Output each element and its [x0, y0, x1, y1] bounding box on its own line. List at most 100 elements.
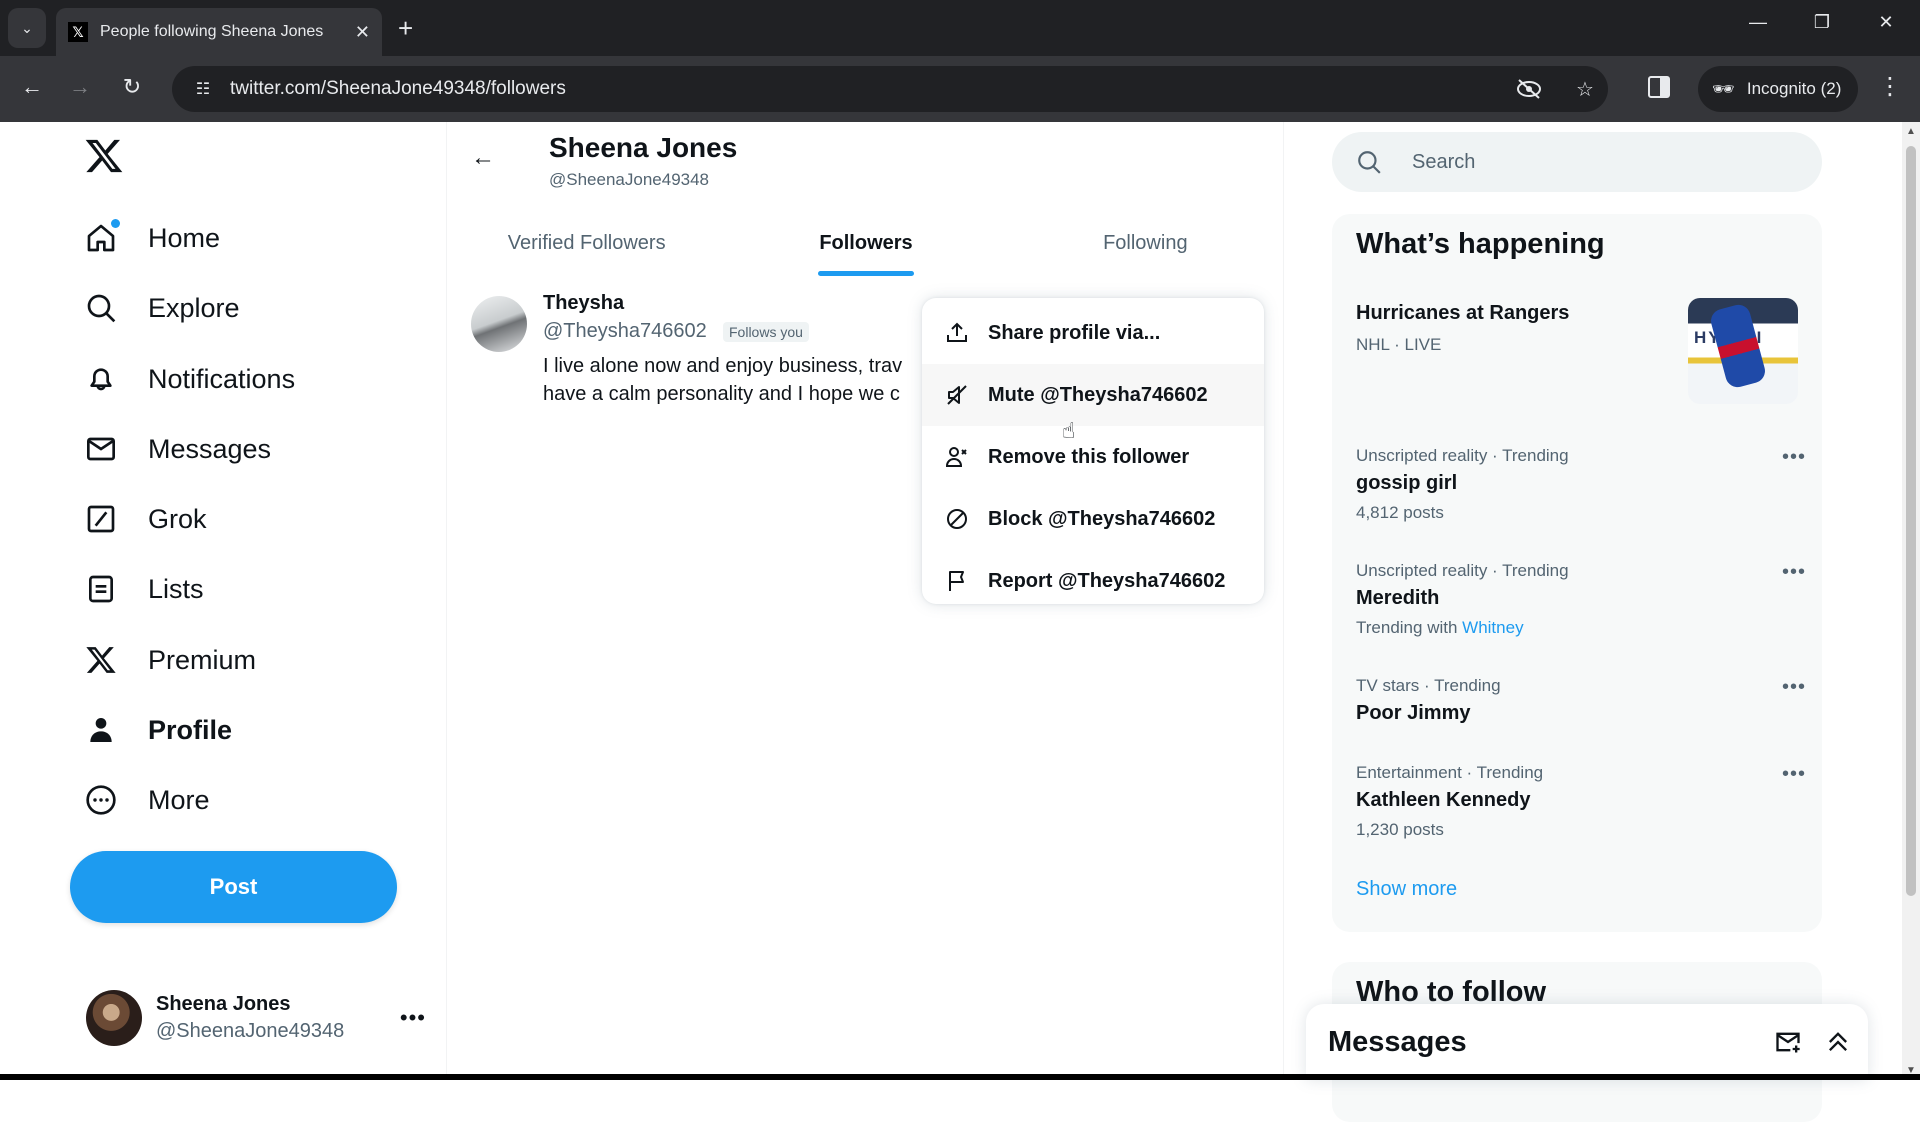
page-title: Sheena Jones — [549, 132, 738, 163]
search-box[interactable] — [1332, 132, 1822, 192]
more-dots-icon[interactable]: ••• — [400, 1005, 426, 1031]
menu-item-mute[interactable]: Mute @Theysha746602 — [922, 364, 1264, 426]
chevron-down-icon: ⌄ — [21, 19, 33, 36]
search-icon — [1356, 149, 1382, 175]
trend-posts: 1,230 posts — [1356, 820, 1444, 839]
reload-button[interactable]: ↻ — [114, 74, 150, 100]
site-info-icon[interactable]: ☷ — [184, 79, 222, 99]
side-panel-icon[interactable] — [1648, 76, 1670, 98]
page-scrollbar[interactable]: ▲ ▼ — [1902, 122, 1920, 1080]
menu-item-label: Mute @Theysha746602 — [988, 383, 1208, 406]
mouse-pointer-icon: ☝ — [1062, 418, 1076, 443]
new-tab-button[interactable]: + — [398, 14, 413, 42]
trend-sub-text: Trending with — [1356, 618, 1458, 637]
menu-item-label: Remove this follower — [988, 445, 1190, 468]
live-event-thumbnail[interactable]: HY DAI — [1688, 298, 1798, 404]
left-sidebar: Home Explore Notifications Messages Grok — [70, 122, 450, 1080]
address-bar[interactable]: ☷ twitter.com/SheenaJone49348/followers … — [172, 66, 1608, 112]
tab-title: People following Sheena Jones — [100, 23, 324, 40]
trend-title: Poor Jimmy — [1356, 702, 1471, 724]
browser-tab[interactable]: 𝕏 People following Sheena Jones ✕ — [56, 8, 382, 56]
menu-item-label: Block @Theysha746602 — [988, 507, 1216, 530]
menu-item-report[interactable]: Report @Theysha746602 — [922, 550, 1264, 612]
trend-sub: Trending with Whitney — [1356, 618, 1806, 638]
share-icon — [944, 320, 970, 346]
sidebar-item-label: Home — [148, 222, 221, 253]
more-dots-icon[interactable]: ••• — [1782, 676, 1806, 699]
search-input[interactable] — [1412, 150, 1677, 174]
account-switcher[interactable]: Sheena Jones @SheenaJone49348 ••• — [86, 984, 426, 1052]
sidebar-item-label: Profile — [148, 714, 233, 745]
follower-name[interactable]: Theysha — [543, 292, 624, 315]
trend-item[interactable]: Entertainment · Trending Kathleen Kenned… — [1356, 763, 1806, 840]
section-title: What’s happening — [1356, 228, 1605, 260]
sidebar-item-profile[interactable]: Profile — [84, 704, 232, 756]
avatar[interactable] — [471, 296, 527, 352]
incognito-label: Incognito (2) — [1746, 79, 1842, 98]
follower-handle: @Theysha746602 — [543, 320, 707, 342]
trend-item[interactable]: Unscripted reality · Trending gossip gir… — [1356, 446, 1806, 523]
sidebar-item-label: Notifications — [148, 363, 296, 394]
tab-followers[interactable]: Followers — [726, 212, 1005, 276]
trend-related-link[interactable]: Whitney — [1462, 618, 1523, 637]
trend-item[interactable]: TV stars · Trending Poor Jimmy ••• — [1356, 676, 1806, 725]
messages-drawer-title: Messages — [1328, 1025, 1467, 1058]
close-window-button[interactable]: ✕ — [1866, 12, 1906, 33]
trend-category: Unscripted reality · Trending — [1356, 446, 1569, 465]
bookmark-star-icon[interactable]: ☆ — [1562, 77, 1608, 102]
sidebar-item-premium[interactable]: Premium — [84, 634, 256, 686]
new-message-icon[interactable] — [1768, 1022, 1808, 1062]
post-button[interactable]: Post — [70, 851, 397, 923]
show-more-link[interactable]: Show more — [1356, 878, 1457, 901]
sidebar-item-notifications[interactable]: Notifications — [84, 353, 295, 405]
more-dots-icon[interactable]: ••• — [1782, 763, 1806, 786]
tab-search-button[interactable]: ⌄ — [8, 8, 46, 48]
messages-drawer[interactable]: Messages — [1306, 1004, 1868, 1080]
more-dots-icon[interactable]: ••• — [1782, 561, 1806, 584]
twitter-page: Home Explore Notifications Messages Grok — [0, 122, 1920, 1122]
sidebar-item-explore[interactable]: Explore — [84, 282, 240, 334]
scrollbar-thumb[interactable] — [1906, 146, 1916, 896]
sidebar-item-more[interactable]: More — [84, 774, 210, 826]
account-name: Sheena Jones — [156, 993, 291, 1015]
sidebar-item-label: More — [148, 784, 210, 815]
search-icon — [84, 291, 118, 325]
trend-posts: 4,812 posts — [1356, 503, 1444, 522]
menu-item-block[interactable]: Block @Theysha746602 — [922, 488, 1264, 550]
tab-following[interactable]: Following — [1006, 212, 1285, 276]
envelope-icon — [84, 432, 118, 466]
sidebar-item-lists[interactable]: Lists — [84, 563, 204, 615]
browser-menu-icon[interactable]: ⋮ — [1878, 72, 1902, 101]
menu-item-share-profile[interactable]: Share profile via... — [922, 302, 1264, 364]
menu-item-remove-follower[interactable]: Remove this follower — [922, 426, 1264, 488]
sidebar-item-messages[interactable]: Messages — [84, 423, 271, 475]
grok-icon — [84, 502, 118, 536]
tab-verified-followers[interactable]: Verified Followers — [447, 212, 726, 276]
back-button[interactable]: ← — [14, 74, 50, 100]
sidebar-item-label: Lists — [148, 573, 204, 604]
browser-tabstrip: ⌄ 𝕏 People following Sheena Jones ✕ + — … — [0, 0, 1920, 56]
sidebar-item-home[interactable]: Home — [84, 212, 220, 264]
url-text[interactable]: twitter.com/SheenaJone49348/followers — [230, 78, 1516, 100]
sidebar-item-grok[interactable]: Grok — [84, 493, 207, 545]
incognito-icon: 🕶 — [1712, 78, 1735, 99]
block-icon — [944, 506, 970, 532]
browser-toolbar: ← → ↻ ☷ twitter.com/SheenaJone49348/foll… — [0, 56, 1920, 122]
more-dots-icon[interactable]: ••• — [1782, 446, 1806, 469]
eye-off-icon[interactable] — [1516, 78, 1562, 100]
trend-item[interactable]: Unscripted reality · Trending Meredith T… — [1356, 561, 1806, 638]
restore-button[interactable]: ❐ — [1802, 12, 1842, 33]
x-logo-icon[interactable] — [84, 136, 124, 176]
hockey-player-image — [1708, 302, 1768, 390]
home-icon — [84, 219, 120, 255]
incognito-indicator[interactable]: 🕶 Incognito (2) — [1698, 66, 1858, 112]
sidebar-item-label: Messages — [148, 433, 272, 464]
scroll-up-arrow-icon[interactable]: ▲ — [1906, 126, 1916, 137]
trend-title: gossip girl — [1356, 472, 1458, 494]
chevron-double-up-icon[interactable] — [1818, 1022, 1858, 1062]
forward-button[interactable]: → — [62, 74, 98, 100]
back-arrow-icon[interactable]: ← — [471, 144, 495, 172]
tab-close-icon[interactable]: ✕ — [355, 22, 370, 43]
minimize-button[interactable]: — — [1738, 12, 1778, 33]
avatar — [86, 990, 142, 1046]
